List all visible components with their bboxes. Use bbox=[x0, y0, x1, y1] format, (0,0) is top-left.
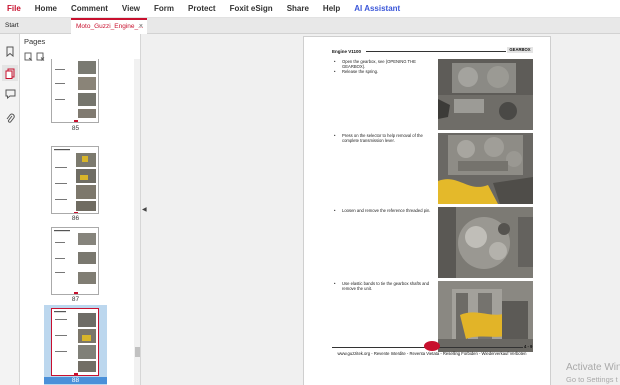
page-thumbnail-image bbox=[51, 146, 99, 214]
page-thumbnail-label: 86 bbox=[71, 215, 80, 222]
navigation-rail bbox=[0, 34, 20, 385]
gearbox-photo bbox=[438, 207, 533, 278]
gearbox-photo bbox=[438, 281, 533, 352]
tab-bar: Start Moto_Guzzi_Engine_... × bbox=[0, 18, 620, 34]
page-thumbnail-image bbox=[51, 308, 99, 376]
page-thumbnail[interactable]: 85 bbox=[44, 59, 107, 133]
document-page: Engine V1100 GEARBOX Open the gearbox, s… bbox=[303, 36, 551, 385]
comment-icon[interactable] bbox=[2, 86, 18, 102]
collapse-panel-icon[interactable]: ◀ bbox=[142, 206, 147, 213]
page-header-title: Engine V1100 bbox=[332, 49, 362, 54]
instruction-line: Press on the selector to help removal of… bbox=[334, 133, 438, 143]
menu-foxit-esign[interactable]: Foxit eSign bbox=[223, 0, 280, 18]
menu-file[interactable]: File bbox=[0, 0, 28, 18]
instruction-step: Use elastic bands to tie the gearbox sha… bbox=[334, 281, 438, 291]
menu-help[interactable]: Help bbox=[316, 0, 347, 18]
moto-guzzi-logo bbox=[424, 341, 440, 351]
tab-document-title: Moto_Guzzi_Engine_... bbox=[76, 23, 144, 30]
page-thumbnail[interactable]: 86 bbox=[44, 143, 107, 224]
gearbox-photo bbox=[438, 133, 533, 204]
thumbnail-scrollbar[interactable] bbox=[134, 59, 140, 385]
instruction-line: Release the spring. bbox=[334, 69, 438, 74]
page-thumbnail-selected[interactable]: 88 bbox=[44, 305, 107, 385]
instruction-step: Open the gearbox, see (OPENING THE GEARB… bbox=[334, 59, 438, 74]
menu-comment[interactable]: Comment bbox=[64, 0, 115, 18]
attachment-icon[interactable] bbox=[2, 110, 18, 126]
page-thumbnail-image bbox=[51, 59, 99, 123]
menu-protect[interactable]: Protect bbox=[181, 0, 223, 18]
windows-activation-watermark: Activate Win bbox=[566, 362, 620, 373]
menu-bar: File Home Comment View Form Protect Foxi… bbox=[0, 0, 620, 18]
page-thumbnail-label: 85 bbox=[71, 125, 80, 132]
pages-panel-title: Pages bbox=[24, 37, 46, 46]
bookmark-icon[interactable] bbox=[2, 43, 18, 59]
instruction-line: Use elastic bands to tie the gearbox sha… bbox=[334, 281, 438, 291]
pages-icon[interactable] bbox=[2, 65, 18, 81]
menu-ai-assistant[interactable]: AI Assistant bbox=[347, 0, 407, 18]
header-rule bbox=[366, 51, 506, 52]
page-thumbnail-image bbox=[51, 227, 99, 295]
scrollbar-thumb[interactable] bbox=[135, 347, 140, 357]
tab-start[interactable]: Start bbox=[0, 18, 68, 34]
page-thumbnail-list: 85 86 87 88 bbox=[20, 59, 134, 385]
instruction-step: Press on the selector to help removal of… bbox=[334, 133, 438, 143]
page-thumbnail-label: 88 bbox=[44, 377, 107, 384]
menu-form[interactable]: Form bbox=[147, 0, 181, 18]
document-view: Engine V1100 GEARBOX Open the gearbox, s… bbox=[147, 34, 620, 385]
pages-panel: Pages 85 86 87 88 bbox=[20, 34, 141, 385]
instruction-step: Loosen and remove the reference threaded… bbox=[334, 208, 438, 213]
close-tab-icon[interactable]: × bbox=[139, 20, 143, 34]
menu-view[interactable]: View bbox=[115, 0, 147, 18]
menu-home[interactable]: Home bbox=[28, 0, 64, 18]
gearbox-photo bbox=[438, 59, 533, 130]
instruction-line: Loosen and remove the reference threaded… bbox=[334, 208, 438, 213]
menu-share[interactable]: Share bbox=[280, 0, 316, 18]
windows-activation-watermark-sub: Go to Settings t bbox=[566, 375, 618, 384]
page-header-section: GEARBOX bbox=[507, 47, 533, 53]
page-thumbnail-label: 87 bbox=[71, 296, 80, 303]
instruction-line: Open the gearbox, see (OPENING THE GEARB… bbox=[334, 59, 438, 69]
tab-document[interactable]: Moto_Guzzi_Engine_... × bbox=[71, 18, 147, 34]
page-number: 4 - 9 bbox=[524, 344, 533, 349]
page-footer-text: www.guzzitek.org - Revente Interdite - R… bbox=[337, 351, 527, 356]
page-thumbnail[interactable]: 87 bbox=[44, 224, 107, 305]
